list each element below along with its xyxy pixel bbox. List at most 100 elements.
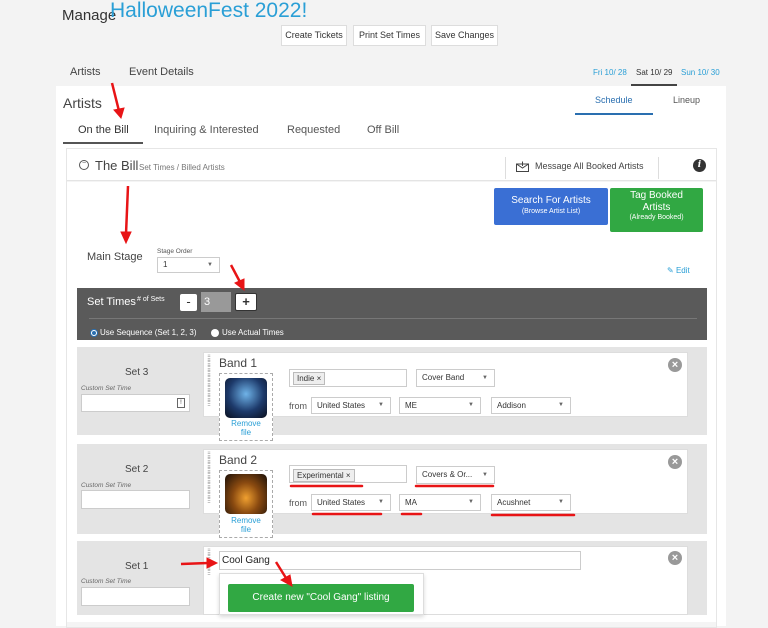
bill-subtitle: Set Times / Billed Artists: [139, 163, 225, 172]
country-select[interactable]: United States ▼: [311, 397, 391, 414]
band-type-select[interactable]: Cover Band ▼: [416, 369, 495, 387]
tab-artists[interactable]: Artists: [70, 66, 101, 78]
custom-set-time-input[interactable]: !: [81, 394, 190, 412]
city-value: Acushnet: [497, 498, 531, 507]
collapse-icon[interactable]: −: [79, 160, 89, 170]
search-for-artists-button[interactable]: Search For Artists (Browse Artist List): [494, 188, 608, 225]
chevron-down-icon: ▼: [207, 262, 213, 268]
drag-handle-icon[interactable]: ⁞⁞ ⁞⁞ ⁞⁞ ⁞⁞ ⁞⁞: [207, 548, 213, 577]
tag-remove-icon[interactable]: ×: [346, 471, 351, 480]
radio-use-actual[interactable]: [211, 329, 219, 337]
tag-button-line1: Tag Booked: [630, 190, 683, 201]
chevron-down-icon: ▼: [378, 402, 384, 408]
save-changes-button[interactable]: Save Changes: [431, 25, 498, 46]
set-label: Set 1: [125, 561, 149, 572]
event-name-title: HalloweenFest 2022!: [110, 0, 308, 22]
band-name: Band 2: [219, 453, 258, 467]
artists-title: Artists: [63, 95, 102, 111]
custom-set-time-input[interactable]: [81, 490, 190, 509]
genre-tag: Experimental ×: [293, 469, 355, 482]
increase-sets-button[interactable]: +: [235, 293, 257, 311]
pencil-icon: ✎: [667, 266, 674, 275]
date-tab-sun[interactable]: Sun 10/ 30: [681, 68, 720, 77]
custom-set-time-label: Custom Set Time: [81, 578, 132, 585]
from-label: from: [289, 401, 307, 411]
state-select[interactable]: MA ▼: [399, 494, 481, 511]
band-image: [225, 378, 267, 418]
remove-band-close-icon[interactable]: ×: [668, 551, 682, 565]
stage-order-value: 1: [163, 260, 168, 269]
band-name: Band 1: [219, 356, 258, 370]
city-select[interactable]: Acushnet ▼: [491, 494, 571, 511]
num-sets-input[interactable]: 3: [201, 292, 231, 312]
print-set-times-button[interactable]: Print Set Times: [353, 25, 426, 46]
radio-use-sequence[interactable]: [90, 329, 98, 337]
subtab-inquiring[interactable]: Inquiring & Interested: [154, 124, 259, 136]
custom-set-time-label: Custom Set Time: [81, 482, 132, 489]
date-tab-fri[interactable]: Fri 10/ 28: [593, 68, 627, 77]
num-sets-label: # of Sets: [137, 296, 165, 303]
message-all-link[interactable]: Message All Booked Artists: [535, 161, 644, 171]
chevron-down-icon: ▼: [482, 375, 488, 381]
band-type-value: Cover Band: [422, 373, 465, 382]
header-divider: [505, 157, 506, 179]
remove-file-line2: file: [240, 525, 252, 534]
on-the-bill-underline: [63, 142, 143, 144]
stage-order-label: Stage Order: [157, 248, 193, 255]
tag-booked-artists-button[interactable]: Tag Booked Artists (Already Booked): [610, 188, 703, 232]
tag-button-line3: (Already Booked): [629, 214, 684, 221]
chevron-down-icon: ▼: [558, 499, 564, 505]
remove-file-line1: Remove: [231, 419, 261, 428]
tag-button-line2: Artists: [642, 202, 671, 213]
custom-set-time-input[interactable]: [81, 587, 190, 606]
country-select[interactable]: United States ▼: [311, 494, 391, 511]
tab-lineup[interactable]: Lineup: [673, 95, 700, 105]
custom-set-time-label: Custom Set Time: [81, 385, 132, 392]
country-value: United States: [317, 498, 366, 507]
calendar-icon[interactable]: !: [177, 398, 185, 408]
remove-band-close-icon[interactable]: ×: [668, 455, 682, 469]
remove-band-close-icon[interactable]: ×: [668, 358, 682, 372]
band-type-select[interactable]: Covers & Or... ▼: [416, 466, 495, 484]
tab-event-details[interactable]: Event Details: [129, 66, 194, 78]
band-name-search-input[interactable]: Cool Gang: [219, 551, 581, 570]
city-select[interactable]: Addison ▼: [491, 397, 571, 414]
remove-file-link[interactable]: Remove file: [223, 419, 269, 437]
create-listing-button[interactable]: Create new "Cool Gang" listing: [228, 584, 414, 612]
edit-stage-link[interactable]: ✎ Edit: [667, 266, 690, 275]
radio-use-sequence-label: Use Sequence (Set 1, 2, 3): [100, 328, 197, 337]
set-label: Set 2: [125, 464, 149, 475]
drag-handle-icon[interactable]: ⁞⁞ ⁞⁞ ⁞⁞ ⁞⁞ ⁞⁞ ⁞⁞ ⁞⁞ ⁞⁞ ⁞⁞ ⁞⁞: [207, 451, 213, 505]
state-value: MA: [405, 498, 417, 507]
date-tab-sat[interactable]: Sat 10/ 29: [636, 68, 672, 77]
header-divider-2: [658, 157, 659, 179]
city-value: Addison: [497, 401, 526, 410]
state-select[interactable]: ME ▼: [399, 397, 481, 414]
tag-remove-icon[interactable]: ×: [317, 374, 322, 383]
stage-name: Main Stage: [87, 251, 143, 263]
edit-label: Edit: [675, 266, 690, 275]
envelope-icon[interactable]: [516, 159, 529, 172]
from-label: from: [289, 498, 307, 508]
create-tickets-button[interactable]: Create Tickets: [281, 25, 347, 46]
chevron-down-icon: ▼: [558, 402, 564, 408]
set-label: Set 3: [125, 367, 149, 378]
subtab-requested[interactable]: Requested: [287, 124, 340, 136]
search-button-line2: (Browse Artist List): [521, 208, 581, 215]
info-icon[interactable]: i: [693, 159, 706, 172]
tab-schedule[interactable]: Schedule: [595, 95, 633, 105]
stage-order-select[interactable]: 1 ▼: [157, 257, 220, 273]
genre-tag-label: Experimental: [297, 471, 344, 480]
remove-file-line2: file: [240, 428, 252, 437]
band-type-value: Covers & Or...: [422, 470, 473, 479]
country-value: United States: [317, 401, 366, 410]
schedule-active-underline: [575, 113, 653, 115]
remove-file-link[interactable]: Remove file: [223, 516, 269, 534]
drag-handle-icon[interactable]: ⁞⁞ ⁞⁞ ⁞⁞ ⁞⁞ ⁞⁞ ⁞⁞ ⁞⁞ ⁞⁞ ⁞⁞ ⁞⁞: [207, 354, 213, 408]
subtab-off-bill[interactable]: Off Bill: [367, 124, 399, 136]
subtab-on-the-bill[interactable]: On the Bill: [78, 124, 129, 136]
decrease-sets-button[interactable]: -: [180, 294, 197, 311]
chevron-down-icon: ▼: [468, 402, 474, 408]
bill-title: The Bill: [95, 158, 139, 173]
genre-tag-label: Indie: [297, 374, 315, 383]
